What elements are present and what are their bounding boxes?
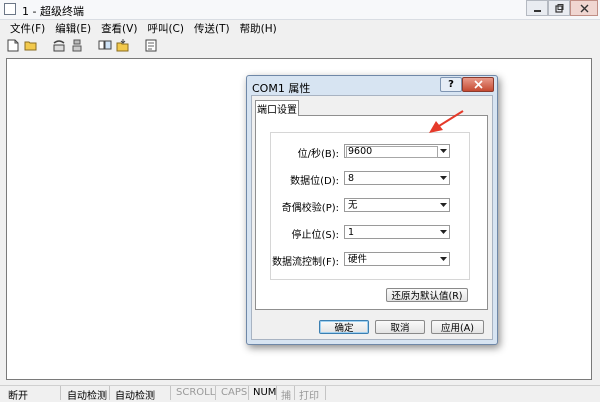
apply-button[interactable]: 应用(A) xyxy=(431,320,484,334)
stop-bits-label: 停止位(S): xyxy=(291,230,339,241)
status-scroll: SCROLL xyxy=(176,387,216,398)
status-detect-2: 自动检测 xyxy=(115,391,155,402)
minimize-button[interactable] xyxy=(526,0,548,16)
window-title: 1 - 超级终端 xyxy=(22,5,84,18)
data-bits-label: 数据位(D): xyxy=(290,176,339,187)
open-folder-icon[interactable] xyxy=(24,38,38,52)
tab-port-settings[interactable]: 端口设置 xyxy=(255,100,299,116)
data-bits-value: 8 xyxy=(348,173,355,184)
new-file-icon[interactable] xyxy=(6,38,20,52)
menu-view[interactable]: 查看(V) xyxy=(97,21,141,36)
status-detect-1: 自动检测 xyxy=(67,391,107,402)
close-button[interactable] xyxy=(570,0,598,16)
toolbar xyxy=(0,36,600,54)
dialog-title: COM1 属性 xyxy=(252,82,311,95)
ok-button[interactable]: 确定 xyxy=(319,320,369,334)
parity-label: 奇偶校验(P): xyxy=(281,203,339,214)
restore-button[interactable] xyxy=(548,0,570,16)
restore-defaults-button[interactable]: 还原为默认值(R) xyxy=(386,288,468,302)
status-connection: 断开 xyxy=(8,391,28,402)
menu-call[interactable]: 呼叫(C) xyxy=(143,21,188,36)
baud-rate-select[interactable]: 9600 xyxy=(344,144,450,158)
chevron-down-icon xyxy=(438,173,448,183)
chevron-down-icon xyxy=(438,254,448,264)
minimize-icon xyxy=(533,9,541,12)
menu-file[interactable]: 文件(F) xyxy=(6,21,49,36)
baud-rate-value: 9600 xyxy=(348,146,373,157)
status-caps: CAPS xyxy=(221,387,248,398)
disconnect-icon[interactable] xyxy=(70,38,84,52)
menu-edit[interactable]: 编辑(E) xyxy=(51,21,95,36)
close-icon xyxy=(580,4,588,12)
stop-bits-select[interactable]: 1 xyxy=(344,225,450,239)
data-bits-select[interactable]: 8 xyxy=(344,171,450,185)
baud-rate-label: 位/秒(B): xyxy=(297,149,339,160)
dialog-help-button[interactable]: ? xyxy=(440,77,462,92)
close-icon xyxy=(473,80,483,89)
connect-icon[interactable] xyxy=(52,38,66,52)
help-icon: ? xyxy=(448,79,454,90)
restore-icon xyxy=(554,3,563,13)
receive-icon[interactable] xyxy=(116,38,130,52)
chevron-down-icon xyxy=(438,200,448,210)
send-icon[interactable] xyxy=(98,38,112,52)
menu-help[interactable]: 帮助(H) xyxy=(236,21,281,36)
chevron-down-icon xyxy=(438,227,448,237)
flow-control-select[interactable]: 硬件 xyxy=(344,252,450,266)
menu-transfer[interactable]: 传送(T) xyxy=(190,21,234,36)
dialog-close-button[interactable] xyxy=(462,77,494,92)
properties-icon[interactable] xyxy=(144,38,158,52)
menu-bar: 文件(F) 编辑(E) 查看(V) 呼叫(C) 传送(T) 帮助(H) xyxy=(0,20,600,36)
status-capture: 捕 xyxy=(281,391,291,402)
flow-control-label: 数据流控制(F): xyxy=(272,257,339,268)
status-num: NUM xyxy=(253,387,277,398)
status-print: 打印 xyxy=(299,391,319,402)
parity-select[interactable]: 无 xyxy=(344,198,450,212)
window-titlebar xyxy=(0,0,600,20)
chevron-down-icon xyxy=(438,146,448,156)
red-arrow-annotation-icon xyxy=(429,110,464,133)
parity-value: 无 xyxy=(348,200,358,211)
flow-control-value: 硬件 xyxy=(348,254,368,265)
stop-bits-value: 1 xyxy=(348,227,355,238)
cancel-button[interactable]: 取消 xyxy=(375,320,425,334)
terminal-app-icon xyxy=(4,3,16,15)
